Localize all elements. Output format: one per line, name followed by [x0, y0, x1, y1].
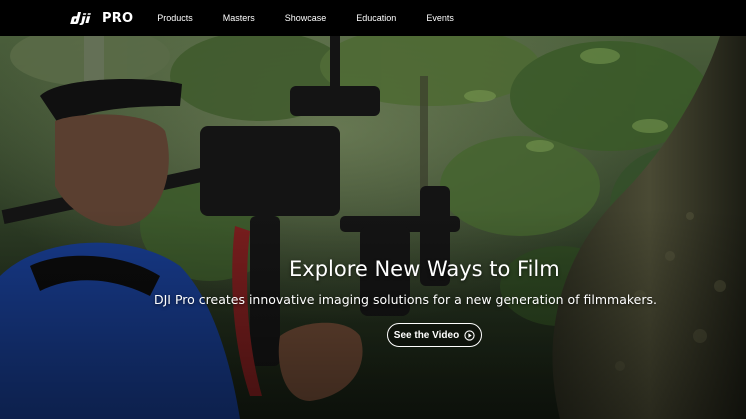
page: PRO Products Masters Showcase Education …: [0, 0, 746, 419]
see-the-video-button[interactable]: See the Video: [387, 323, 482, 347]
hero-title: Explore New Ways to Film: [289, 257, 560, 281]
hero-subtitle: DJI Pro creates innovative imaging solut…: [154, 292, 657, 307]
dji-pro-logo[interactable]: PRO: [69, 0, 133, 36]
dji-logo-icon: [70, 12, 91, 25]
hero-content: Explore New Ways to Film DJI Pro creates…: [0, 36, 746, 419]
top-navigation-bar: PRO Products Masters Showcase Education …: [0, 0, 746, 36]
nav-item-events[interactable]: Events: [426, 13, 454, 23]
main-navigation: Products Masters Showcase Education Even…: [157, 0, 484, 36]
play-circle-icon: [464, 329, 475, 341]
see-the-video-label: See the Video: [393, 329, 460, 341]
hero-banner: Explore New Ways to Film DJI Pro creates…: [0, 36, 746, 419]
nav-item-masters[interactable]: Masters: [223, 13, 255, 23]
nav-item-showcase[interactable]: Showcase: [285, 13, 327, 23]
logo-brand-text: PRO: [102, 10, 134, 26]
nav-item-education[interactable]: Education: [356, 13, 396, 23]
nav-item-products[interactable]: Products: [157, 13, 193, 23]
